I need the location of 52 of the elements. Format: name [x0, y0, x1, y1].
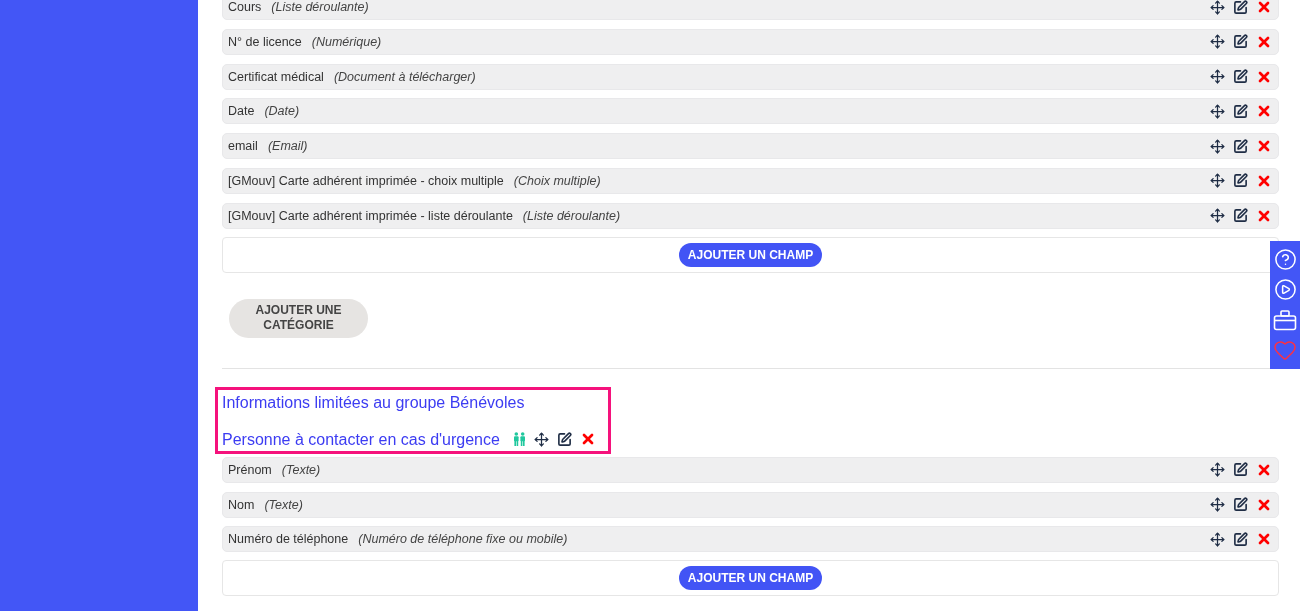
edit-icon[interactable] [1233, 69, 1248, 85]
edit-icon[interactable] [1233, 138, 1248, 154]
cross-icon[interactable] [1256, 0, 1272, 15]
field-name: Date [228, 104, 255, 119]
move-icon[interactable] [1210, 462, 1225, 478]
move-icon[interactable] [1210, 531, 1225, 547]
field-name: Prénom [228, 462, 272, 477]
edit-icon[interactable] [1233, 497, 1248, 513]
move-icon[interactable] [1210, 103, 1225, 119]
cross-icon[interactable] [1256, 173, 1272, 189]
add-category-button[interactable]: AJOUTER UNE CATÉGORIE [229, 298, 368, 338]
field-type: (Texte) [281, 462, 321, 477]
field-type: (Liste déroulante) [522, 208, 621, 223]
field-name: N° de licence [228, 34, 302, 49]
field-name: Numéro de téléphone [228, 532, 349, 547]
field-name: Cours [228, 0, 262, 14]
move-icon[interactable] [1210, 208, 1225, 224]
field-type: (Document à télécharger) [333, 69, 476, 84]
category-title: Personne à contacter en cas d'urgence [222, 429, 500, 449]
edit-icon[interactable] [1233, 531, 1248, 547]
move-icon[interactable] [1210, 0, 1225, 15]
field-type: (Liste déroulante) [271, 0, 369, 14]
add-field-button[interactable]: AJOUTER UN CHAMP [678, 566, 823, 591]
field-name: [GMouv] Carte adhérent imprimée - choix multiple [228, 174, 504, 188]
field-type: (Date) [264, 104, 300, 119]
edit-icon[interactable] [1233, 103, 1248, 119]
play-icon[interactable] [1273, 278, 1297, 302]
field-name: [GMouv] Carte adhérent imprimée - liste déroulante [228, 208, 513, 223]
group-notice: Informations limitées au groupe Bénévoles [222, 392, 526, 412]
field-type: (Texte) [264, 497, 303, 512]
move-icon[interactable] [1210, 69, 1225, 85]
field-type: (Numérique) [311, 34, 382, 49]
edit-icon[interactable] [1233, 208, 1248, 224]
add-field-button[interactable]: AJOUTER UN CHAMP [678, 242, 823, 267]
move-icon[interactable] [1210, 138, 1225, 154]
move-icon[interactable] [1210, 173, 1225, 189]
move-icon[interactable] [1210, 34, 1225, 50]
help-icon[interactable] [1273, 247, 1297, 271]
edit-icon[interactable] [1233, 173, 1248, 189]
move-icon[interactable] [1210, 497, 1225, 513]
field-type: (Choix multiple) [513, 174, 601, 188]
edit-icon[interactable] [556, 431, 572, 447]
edit-icon[interactable] [1233, 0, 1248, 15]
move-icon[interactable] [533, 431, 549, 447]
field-name: Certificat médical [228, 69, 324, 84]
field-type: (Email) [267, 139, 308, 154]
edit-icon[interactable] [1233, 462, 1248, 478]
briefcase-icon[interactable] [1273, 308, 1297, 331]
field-name: Nom [228, 497, 255, 512]
field-type: (Numéro de téléphone fixe ou mobile) [358, 532, 568, 547]
field-name: email [228, 139, 258, 154]
edit-icon[interactable] [1233, 34, 1248, 50]
